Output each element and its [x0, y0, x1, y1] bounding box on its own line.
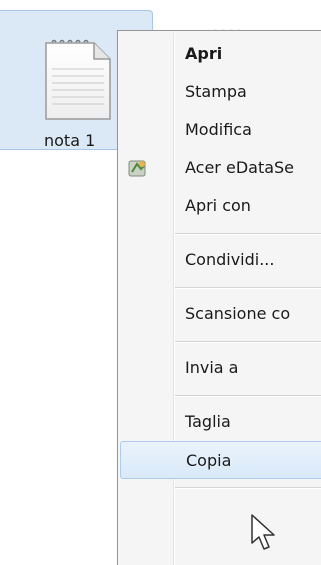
menu-item-label: Scansione co — [185, 304, 291, 323]
menu-separator — [175, 287, 321, 289]
menu-item-label: Modifica — [185, 120, 252, 139]
menu-separator — [175, 487, 321, 489]
menu-item-cut[interactable]: Taglia — [120, 403, 321, 441]
desktop-area: nota 1 Apri Stampa Modifica Acer eDataSe… — [0, 0, 321, 565]
menu-item-acer-edatasecurity[interactable]: Acer eDataSe — [120, 149, 321, 187]
menu-separator — [175, 395, 321, 397]
acer-edatasecurity-icon — [128, 160, 146, 177]
menu-item-open-with[interactable]: Apri con — [120, 187, 321, 225]
menu-item-copy[interactable]: Copia — [120, 441, 321, 479]
menu-item-edit[interactable]: Modifica — [120, 111, 321, 149]
menu-item-label: Condividi... — [185, 250, 275, 269]
menu-item-open[interactable]: Apri — [120, 35, 321, 73]
menu-item-scan[interactable]: Scansione co — [120, 295, 321, 333]
menu-item-label: Taglia — [185, 412, 231, 431]
menu-separator — [175, 341, 321, 343]
menu-item-label: Acer eDataSe — [185, 158, 295, 177]
menu-item-label: Stampa — [185, 82, 247, 101]
menu-item-send-to[interactable]: Invia a — [120, 349, 321, 387]
file-name-label: nota 1 — [44, 131, 96, 150]
menu-separator — [175, 233, 321, 235]
menu-item-share[interactable]: Condividi... — [120, 241, 321, 279]
text-document-icon — [45, 39, 111, 120]
menu-item-label: Apri — [185, 44, 223, 63]
mouse-pointer-icon — [251, 514, 275, 550]
menu-item-label: Invia a — [185, 358, 239, 377]
menu-item-print[interactable]: Stampa — [120, 73, 321, 111]
menu-item-label: Copia — [186, 451, 232, 470]
context-menu: Apri Stampa Modifica Acer eDataSe Apri c… — [117, 30, 321, 565]
menu-item-label: Apri con — [185, 196, 251, 215]
